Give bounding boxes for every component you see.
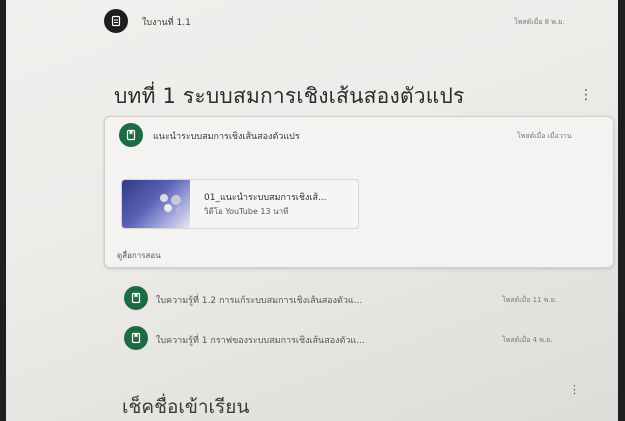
list-item-date: โพสต์เมื่อ 4 พ.ย. [502,336,553,344]
list-item[interactable]: ใบความรู้ที่ 1.2 การแก้ระบบสมการเชิงเส้น… [124,286,604,312]
video-thumbnail [122,180,190,228]
material-date: โพสต์เมื่อ เมื่อวาน [517,132,572,140]
material-icon [119,123,143,147]
next-topic-more-icon[interactable]: ⋮ [569,384,580,395]
view-material-link[interactable]: ดูสื่อการสอน [117,249,161,262]
video-meta: วิดีโอ YouTube 13 นาที [204,207,289,216]
assignment-row[interactable]: ใบงานที่ 1.1 โพสต์เมื่อ 8 พ.ย. [104,8,604,36]
topic-more-icon[interactable]: ⋮ [579,88,593,102]
list-item[interactable]: ใบความรู้ที่ 1 กราฟของระบบสมการเชิงเส้นส… [124,326,604,352]
classroom-screen: ใบงานที่ 1.1 โพสต์เมื่อ 8 พ.ย. บทที่ 1 ร… [6,0,618,421]
video-title: 01_แนะนำระบบสมการเชิงเส้... [204,193,327,203]
topic-title: บทที่ 1 ระบบสมการเชิงเส้นสองตัวแปร [114,84,465,108]
next-topic-title: เช็คชื่อเข้าเรียน [122,396,250,418]
list-item-date: โพสต์เมื่อ 11 พ.ย. [502,296,557,304]
list-item-title: ใบความรู้ที่ 1 กราฟของระบบสมการเชิงเส้นส… [156,336,365,346]
youtube-attachment[interactable]: 01_แนะนำระบบสมการเชิงเส้... วิดีโอ YouTu… [121,179,359,229]
material-title: แนะนำระบบสมการเชิงเส้นสองตัวแปร [153,132,300,142]
assignment-icon [104,9,128,33]
thumbnail-graphic-icon [160,194,182,213]
material-card[interactable]: แนะนำระบบสมการเชิงเส้นสองตัวแปร โพสต์เมื… [104,116,614,268]
assignment-date: โพสต์เมื่อ 8 พ.ย. [514,18,565,26]
assignment-title: ใบงานที่ 1.1 [142,18,191,28]
list-item-title: ใบความรู้ที่ 1.2 การแก้ระบบสมการเชิงเส้น… [156,296,363,306]
material-icon [124,326,148,350]
material-icon [124,286,148,310]
